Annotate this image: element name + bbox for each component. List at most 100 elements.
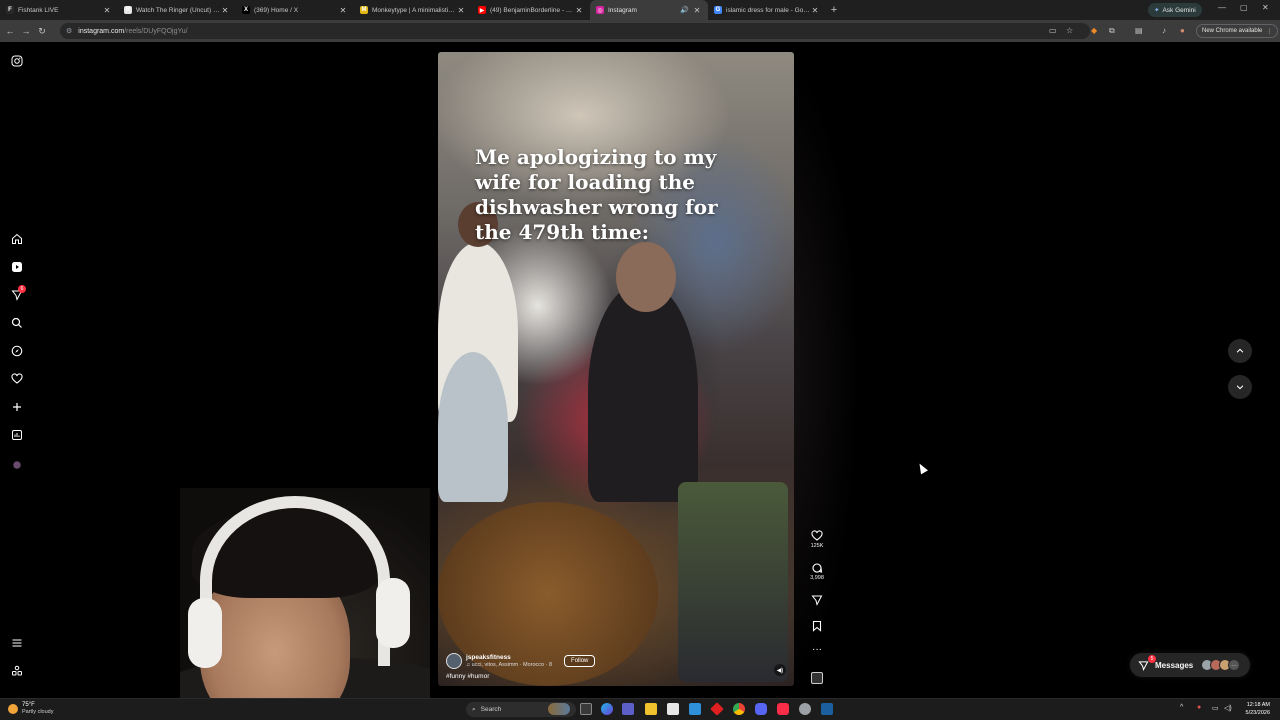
browser-tab[interactable]: ▶ (49) BenjaminBorderline - YouT ✕ xyxy=(472,0,590,20)
browser-tab[interactable]: Gislamic dress for male - Google ✕ xyxy=(708,0,826,20)
teams-icon[interactable] xyxy=(622,703,634,715)
audio-thumbnail[interactable] xyxy=(811,672,823,684)
close-tab-icon[interactable]: ✕ xyxy=(338,6,348,15)
tab-title: Instagram xyxy=(608,6,637,14)
save-button[interactable] xyxy=(806,620,828,632)
site-info-icon[interactable]: ⚙ xyxy=(66,27,72,35)
browser-tab[interactable]: ◎ Instagram 🔊 ✕ xyxy=(590,0,708,20)
cast-icon[interactable]: ▭ xyxy=(1049,26,1057,35)
weather-text: 75°F Partly cloudy xyxy=(22,702,54,716)
profile-icon[interactable] xyxy=(10,458,24,472)
back-icon[interactable]: ← xyxy=(4,26,16,36)
create-icon[interactable] xyxy=(10,400,24,414)
dashboard-icon[interactable] xyxy=(10,428,24,442)
tab-favicon-icon: R xyxy=(124,6,132,14)
headphone-ear-cup xyxy=(188,598,222,668)
mail-icon[interactable] xyxy=(689,703,701,715)
media-controls-icon[interactable]: ♪ xyxy=(1162,26,1166,35)
copilot-icon[interactable] xyxy=(601,703,613,715)
more-apps-icon[interactable] xyxy=(10,664,24,678)
messages-badge: 5 xyxy=(1148,655,1156,663)
discord-icon[interactable] xyxy=(755,703,767,715)
url-path: /reels/DUyFQOjgYu/ xyxy=(124,27,188,35)
close-tab-icon[interactable]: ✕ xyxy=(102,6,112,15)
extensions-icon[interactable]: ⧉ xyxy=(1109,26,1115,36)
reels-icon[interactable] xyxy=(10,260,24,274)
hashtags[interactable]: #funny #humor xyxy=(446,673,776,680)
browser-tab[interactable]: R Watch The Ringer (Uncut) | Pri ✕ xyxy=(118,0,236,20)
clock-time: 12:18 AM xyxy=(1246,702,1270,708)
weather-widget[interactable]: 75°F Partly cloudy xyxy=(8,702,54,716)
tray-overflow-icon[interactable]: ^ xyxy=(1180,704,1183,711)
search-highlight-icon[interactable] xyxy=(548,703,570,715)
browser-tab[interactable]: F Fishtank LIVE ✕ xyxy=(0,0,118,20)
network-icon[interactable]: ▭ xyxy=(1212,704,1219,712)
extension-fox-icon[interactable]: ◆ xyxy=(1091,26,1097,35)
caption-line: dishwasher wrong for xyxy=(475,195,718,219)
home-icon[interactable] xyxy=(10,232,24,246)
close-tab-icon[interactable]: ✕ xyxy=(220,6,230,15)
heart-icon[interactable] xyxy=(10,372,24,386)
new-chrome-available-button[interactable]: New Chrome available ⋮ xyxy=(1196,24,1279,38)
task-view-icon[interactable] xyxy=(580,703,592,715)
chrome-icon[interactable] xyxy=(733,703,745,715)
new-chrome-label: New Chrome available xyxy=(1202,28,1263,34)
more-options-icon[interactable]: ··· xyxy=(806,644,828,655)
reel-footer: jspeaksfitness ♫ ucci, vitos, Assimm · M… xyxy=(446,653,776,680)
chevron-up-icon xyxy=(1236,348,1244,353)
author-info: jspeaksfitness ♫ ucci, vitos, Assimm · M… xyxy=(466,654,552,668)
instagram-icon[interactable] xyxy=(10,54,24,68)
system-clock[interactable]: 12:18 AM 5/23/2026 xyxy=(1236,701,1270,717)
store-icon[interactable] xyxy=(667,703,679,715)
volume-icon[interactable]: ◁) xyxy=(1224,704,1232,712)
weather-icon xyxy=(8,704,18,714)
close-tab-icon[interactable]: ✕ xyxy=(574,6,584,15)
tab-list: F Fishtank LIVE ✕ R Watch The Ringer (Uncut)… xyxy=(0,0,826,20)
next-reel-button[interactable] xyxy=(1228,375,1252,399)
search-icon[interactable] xyxy=(10,316,24,330)
tab-audio-icon[interactable]: 🔊 xyxy=(680,6,689,14)
follow-button[interactable]: Follow xyxy=(564,655,596,667)
caption-line: Me apologizing to my xyxy=(475,145,717,169)
minimize-icon[interactable]: — xyxy=(1218,3,1226,12)
mute-icon[interactable]: ◀) xyxy=(774,664,786,676)
settings-icon[interactable] xyxy=(799,703,811,715)
like-button[interactable]: 125K xyxy=(806,530,828,549)
close-tab-icon[interactable]: ✕ xyxy=(810,6,820,15)
comment-button[interactable]: 3,998 xyxy=(806,562,828,581)
reload-icon[interactable]: ↻ xyxy=(36,26,48,37)
address-bar[interactable]: ⚙ instagram.com /reels/DUyFQOjgYu/ xyxy=(60,23,1090,39)
messages-button[interactable]: 5 Messages … xyxy=(1130,653,1250,677)
share-button[interactable] xyxy=(806,594,828,606)
reel-video[interactable]: Me apologizing to my wife for loading th… xyxy=(438,52,794,686)
close-tab-icon[interactable]: ✕ xyxy=(456,6,466,15)
music-icon[interactable] xyxy=(777,703,789,715)
forward-icon[interactable]: → xyxy=(20,26,32,36)
red-app-icon[interactable] xyxy=(710,702,724,716)
share-icon xyxy=(811,595,823,606)
profile-avatar-icon[interactable]: ● xyxy=(1180,26,1185,35)
ask-gemini-button[interactable]: ✦ Ask Gemini xyxy=(1148,3,1202,17)
browser-tab[interactable]: X (369) Home / X ✕ xyxy=(236,0,354,20)
close-window-icon[interactable]: ✕ xyxy=(1262,3,1269,12)
kebab-menu-icon[interactable]: ⋮ xyxy=(1266,28,1272,35)
steam-icon[interactable] xyxy=(821,703,833,715)
bookmark-star-icon[interactable]: ☆ xyxy=(1066,26,1073,35)
headphone-ear-cup xyxy=(376,578,410,648)
author-name[interactable]: jspeaksfitness xyxy=(466,654,552,661)
close-tab-icon[interactable]: ✕ xyxy=(692,6,702,15)
side-panel-icon[interactable]: ▤ xyxy=(1135,26,1143,35)
audio-track[interactable]: ♫ ucci, vitos, Assimm · Morocco · 8 xyxy=(466,662,552,668)
instagram-sidebar: 6 xyxy=(0,42,34,698)
file-explorer-icon[interactable] xyxy=(645,703,657,715)
explore-icon[interactable] xyxy=(10,344,24,358)
browser-tab[interactable]: M Monkeytype | A minimalistic, c ✕ xyxy=(354,0,472,20)
restore-icon[interactable]: ▢ xyxy=(1240,3,1248,12)
clock-date: 5/23/2026 xyxy=(1245,710,1270,716)
previous-reel-button[interactable] xyxy=(1228,339,1252,363)
menu-icon[interactable] xyxy=(10,636,24,650)
new-tab-button[interactable]: + xyxy=(826,4,842,16)
microphone-icon[interactable]: ● xyxy=(1197,704,1201,711)
author-avatar[interactable] xyxy=(446,653,462,669)
messages-label: Messages xyxy=(1155,660,1194,670)
